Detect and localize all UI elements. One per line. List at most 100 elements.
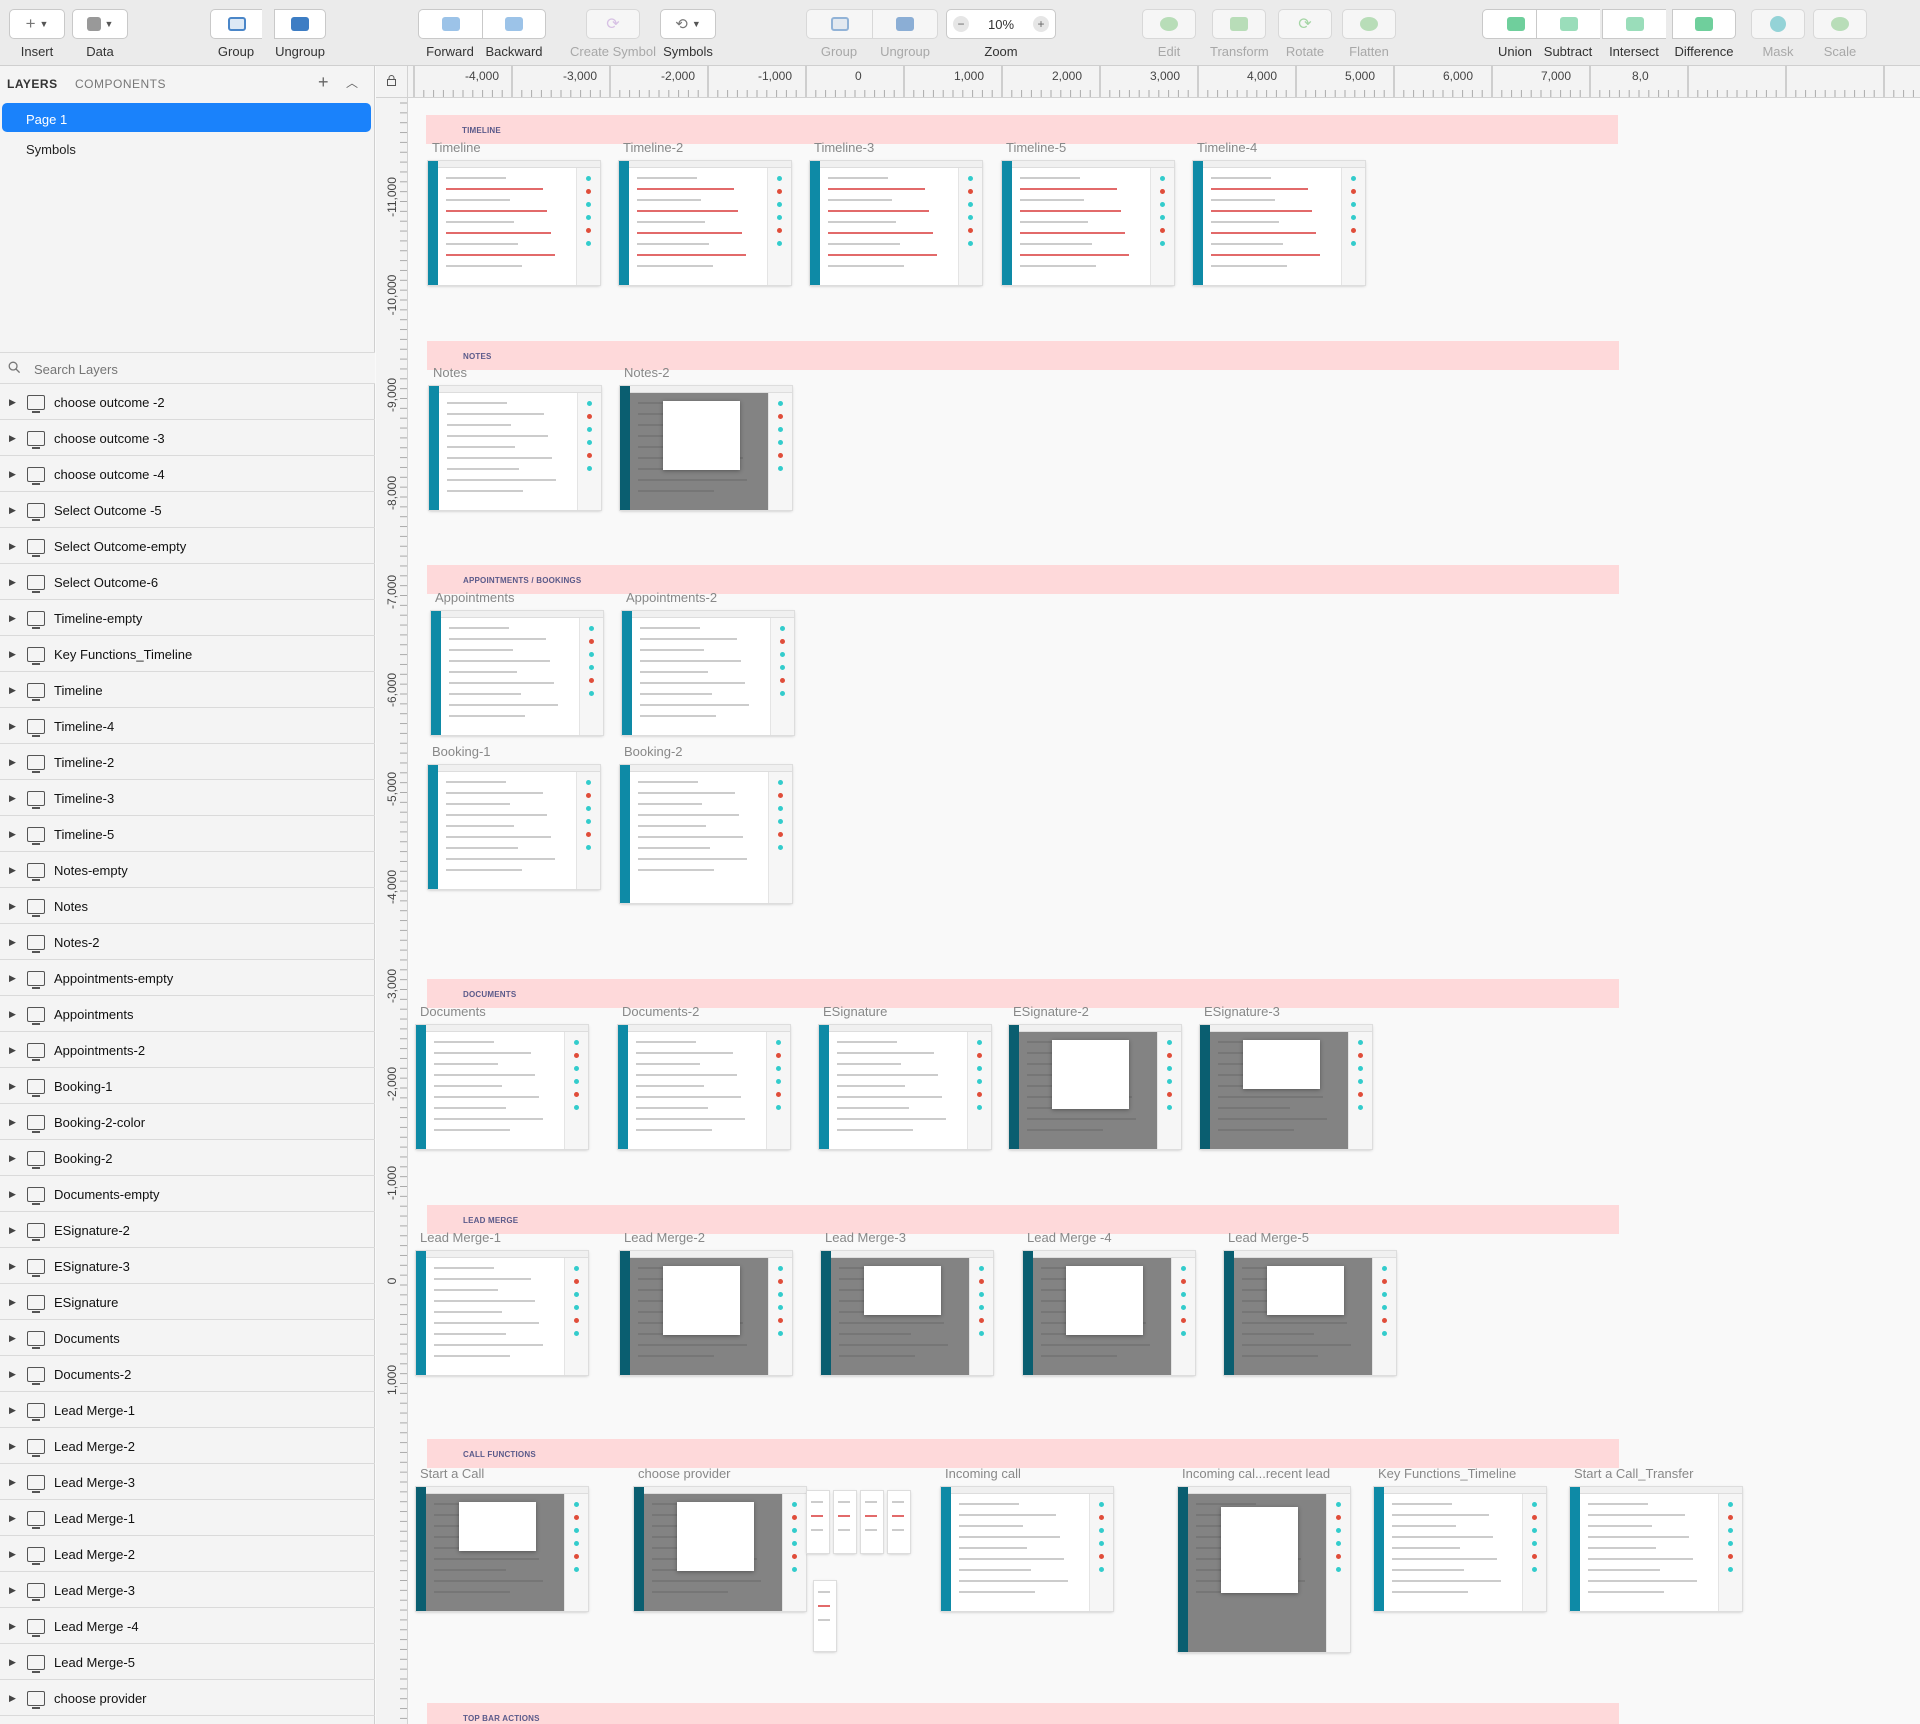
layer-item[interactable]: ▶ Lead Merge-2 xyxy=(0,1428,375,1464)
artboard-title[interactable]: ESignature-3 xyxy=(1204,1004,1280,1019)
create-symbol-button[interactable]: ⟳ Create Symbol xyxy=(570,9,656,59)
artboard-thumbnail[interactable] xyxy=(941,1487,1113,1611)
artboard-thumbnail[interactable] xyxy=(431,611,603,735)
layer-item[interactable]: ▶ Timeline-3 xyxy=(0,780,375,816)
zoom-in-button[interactable]: + xyxy=(1033,16,1049,32)
disclosure-triangle-icon[interactable]: ▶ xyxy=(9,901,16,912)
symbols-button[interactable]: ⟲ ▼ Symbols xyxy=(660,9,716,59)
forward-button[interactable]: Forward xyxy=(418,9,482,59)
artboard-thumbnail[interactable] xyxy=(1224,1251,1396,1375)
ungroup-button[interactable]: Ungroup xyxy=(274,9,326,59)
artboard-title[interactable]: Documents xyxy=(420,1004,486,1019)
layer-item[interactable]: ▶ Lead Merge-1 xyxy=(0,1392,375,1428)
disclosure-triangle-icon[interactable]: ▶ xyxy=(9,1297,16,1308)
layer-item[interactable]: ▶ Timeline xyxy=(0,672,375,708)
artboard-title[interactable]: Timeline xyxy=(432,140,481,155)
artboard-title[interactable]: Start a Call_Transfer xyxy=(1574,1466,1693,1481)
artboard-thumbnail[interactable] xyxy=(810,161,982,285)
layer-item[interactable]: ▶ Select Outcome -5 xyxy=(0,492,375,528)
section-header[interactable]: NOTES xyxy=(427,341,1619,370)
disclosure-triangle-icon[interactable]: ▶ xyxy=(9,1333,16,1344)
backward-button[interactable]: Backward xyxy=(482,9,546,59)
artboard-thumbnail[interactable] xyxy=(1002,161,1174,285)
artboard-thumbnail[interactable] xyxy=(429,386,601,510)
layer-item[interactable]: ▶ Select Outcome-empty xyxy=(0,528,375,564)
artboard-title[interactable]: Timeline-3 xyxy=(814,140,874,155)
artboard-title[interactable]: choose provider xyxy=(638,1466,731,1481)
disclosure-triangle-icon[interactable]: ▶ xyxy=(9,541,16,552)
zoom-value[interactable]: 10% xyxy=(988,17,1014,32)
ruler-vertical[interactable]: -11,000 -10,000 -9,000 -8,000 -7,000 -6,000 -5… xyxy=(376,98,408,1724)
layer-item[interactable]: ▶ Booking-2 xyxy=(0,1140,375,1176)
section-header[interactable]: LEAD MERGE xyxy=(427,1205,1619,1234)
layer-item[interactable]: ▶ Documents-2 xyxy=(0,1356,375,1392)
disclosure-triangle-icon[interactable]: ▶ xyxy=(9,505,16,516)
disclosure-triangle-icon[interactable]: ▶ xyxy=(9,793,16,804)
layer-item[interactable]: ▶ Appointments-2 xyxy=(0,1032,375,1068)
artboard-title[interactable]: Booking-2 xyxy=(624,744,683,759)
artboard-title[interactable]: Start a Call xyxy=(420,1466,484,1481)
artboard-thumbnail[interactable] xyxy=(1009,1025,1181,1149)
flatten-button[interactable]: Flatten xyxy=(1342,9,1396,59)
artboard-thumbnail[interactable] xyxy=(1193,161,1365,285)
artboard-title[interactable]: Lead Merge-3 xyxy=(825,1230,906,1245)
disclosure-triangle-icon[interactable]: ▶ xyxy=(9,1189,16,1200)
layer-item[interactable]: ▶ ESignature xyxy=(0,1284,375,1320)
artboard-thumbnail[interactable] xyxy=(1374,1487,1546,1611)
canvas[interactable]: -4,000 -3,000 -2,000 -1,000 0 1,000 2,000 3,000… xyxy=(376,66,1920,1724)
artboard-title[interactable]: Appointments xyxy=(435,590,515,605)
layer-item[interactable]: ▶ Notes-2 xyxy=(0,924,375,960)
section-header[interactable]: CALL FUNCTIONS xyxy=(427,1439,1619,1468)
artboard-thumbnail[interactable] xyxy=(1178,1487,1350,1652)
disclosure-triangle-icon[interactable]: ▶ xyxy=(9,1441,16,1452)
artboard-title[interactable]: Timeline-2 xyxy=(623,140,683,155)
artboard-title[interactable]: ESignature xyxy=(823,1004,887,1019)
artboard-title[interactable]: Documents-2 xyxy=(622,1004,699,1019)
artboard-title[interactable]: Booking-1 xyxy=(432,744,491,759)
insert-tool[interactable]: + ▼ Insert xyxy=(9,9,65,59)
artboard-thumbnail[interactable] xyxy=(819,1025,991,1149)
disclosure-triangle-icon[interactable]: ▶ xyxy=(9,433,16,444)
artboard-thumbnail[interactable] xyxy=(428,765,600,889)
disclosure-triangle-icon[interactable]: ▶ xyxy=(9,469,16,480)
artboard-thumbnail[interactable] xyxy=(622,611,794,735)
disclosure-triangle-icon[interactable]: ▶ xyxy=(9,721,16,732)
layer-item[interactable]: ▶ Lead Merge-1 xyxy=(0,1500,375,1536)
layer-item[interactable]: ▶ ESignature-2 xyxy=(0,1212,375,1248)
group-disabled-button[interactable]: Group xyxy=(806,9,872,59)
layer-item[interactable]: ▶ choose outcome -3 xyxy=(0,420,375,456)
artboard-title[interactable]: Lead Merge-5 xyxy=(1228,1230,1309,1245)
artboard-title[interactable]: Key Functions_Timeline xyxy=(1378,1466,1516,1481)
layer-item[interactable]: ▶ Lead Merge-3 xyxy=(0,1464,375,1500)
disclosure-triangle-icon[interactable]: ▶ xyxy=(9,1585,16,1596)
zoom-out-button[interactable]: − xyxy=(953,16,969,32)
page-item-page-1[interactable]: Page 1 xyxy=(2,103,371,132)
artboard-title[interactable]: Lead Merge-1 xyxy=(420,1230,501,1245)
tab-layers[interactable]: LAYERS xyxy=(7,77,58,91)
artboard-title[interactable]: Timeline-5 xyxy=(1006,140,1066,155)
layer-item[interactable]: ▶ Appointments xyxy=(0,996,375,1032)
layer-item[interactable]: ▶ Documents-empty xyxy=(0,1176,375,1212)
layer-item[interactable]: ▶ Lead Merge -4 xyxy=(0,1608,375,1644)
layer-item[interactable]: ▶ Timeline-2 xyxy=(0,744,375,780)
artboard-title[interactable]: Incoming call xyxy=(945,1466,1021,1481)
disclosure-triangle-icon[interactable]: ▶ xyxy=(9,685,16,696)
layer-item[interactable]: ▶ Lead Merge-3 xyxy=(0,1572,375,1608)
disclosure-triangle-icon[interactable]: ▶ xyxy=(9,1117,16,1128)
collapse-pages-icon[interactable]: ︿ xyxy=(346,74,358,91)
artboard-title[interactable]: Notes xyxy=(433,365,467,380)
artboard-thumbnail[interactable] xyxy=(821,1251,993,1375)
disclosure-triangle-icon[interactable]: ▶ xyxy=(9,1045,16,1056)
subtract-button[interactable]: Subtract xyxy=(1536,9,1600,59)
disclosure-triangle-icon[interactable]: ▶ xyxy=(9,577,16,588)
artboard-title[interactable]: Lead Merge-2 xyxy=(624,1230,705,1245)
layer-item[interactable]: ▶ Lead Merge-2 xyxy=(0,1536,375,1572)
artboard-thumbnail[interactable] xyxy=(1570,1487,1742,1611)
layer-item[interactable]: ▶ Lead Merge-5 xyxy=(0,1644,375,1680)
layer-item[interactable]: ▶ Documents xyxy=(0,1320,375,1356)
layer-item[interactable]: ▶ Notes-empty xyxy=(0,852,375,888)
disclosure-triangle-icon[interactable]: ▶ xyxy=(9,1513,16,1524)
disclosure-triangle-icon[interactable]: ▶ xyxy=(9,1621,16,1632)
layer-item[interactable]: ▶ Key Functions_Timeline xyxy=(0,636,375,672)
disclosure-triangle-icon[interactable]: ▶ xyxy=(9,973,16,984)
